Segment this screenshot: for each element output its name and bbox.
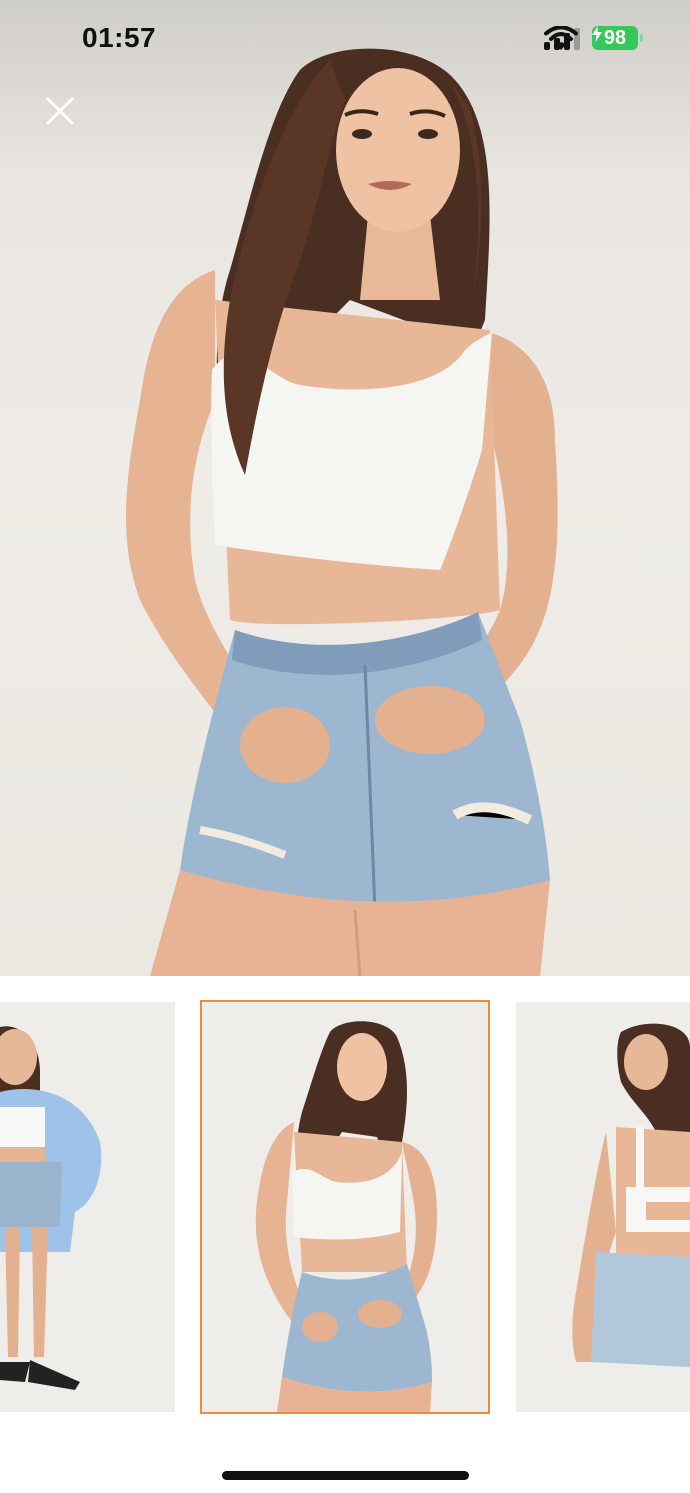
status-icons: 98 bbox=[544, 26, 643, 50]
battery-charging-icon: 98 bbox=[592, 26, 643, 50]
thumbnail-3-image bbox=[516, 1002, 690, 1412]
battery-level: 98 bbox=[603, 26, 627, 49]
main-product-image[interactable]: 01:57 98 bbox=[0, 0, 690, 976]
close-icon bbox=[46, 97, 74, 125]
close-button[interactable] bbox=[40, 91, 80, 131]
thumbnail-3[interactable] bbox=[516, 1002, 690, 1412]
thumbnail-2-selected[interactable] bbox=[200, 1000, 490, 1414]
home-indicator[interactable] bbox=[222, 1471, 469, 1480]
product-image-viewer: 01:57 98 bbox=[0, 0, 690, 1493]
thumbnail-1-image bbox=[0, 1002, 175, 1412]
status-bar: 01:57 98 bbox=[0, 0, 690, 80]
thumbnail-strip bbox=[0, 1000, 690, 1416]
charging-bolt-icon bbox=[592, 26, 602, 42]
status-time: 01:57 bbox=[82, 22, 157, 53]
thumbnail-1[interactable] bbox=[0, 1002, 175, 1412]
thumbnail-2-image bbox=[202, 1002, 488, 1412]
model-illustration bbox=[126, 48, 558, 976]
wifi-icon bbox=[544, 26, 578, 50]
